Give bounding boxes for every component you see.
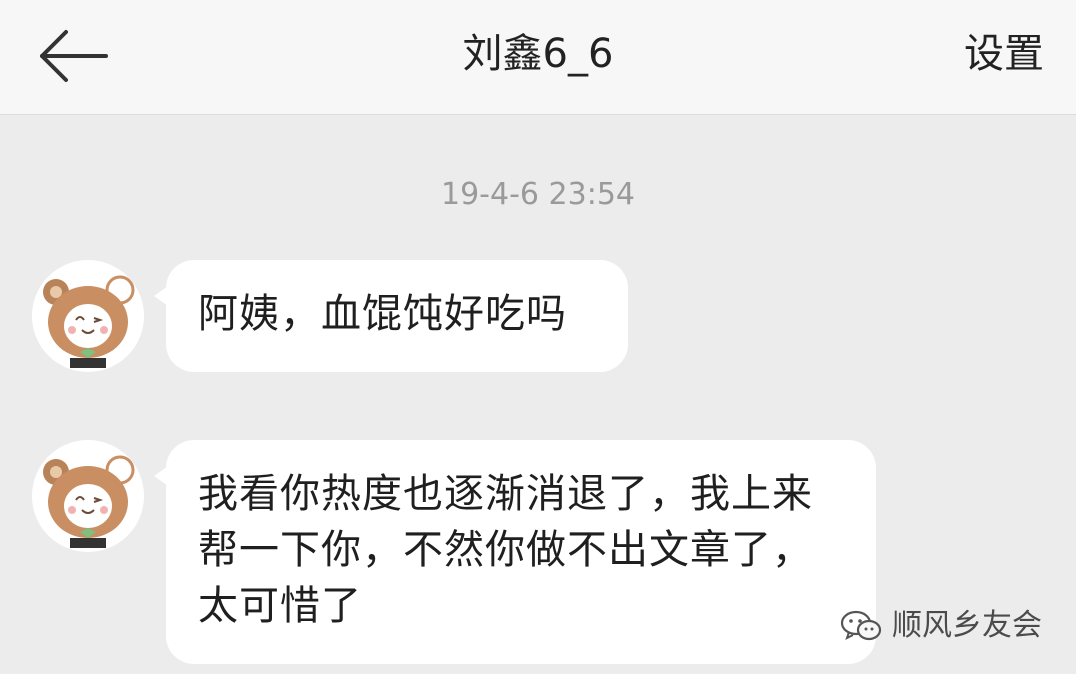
wechat-icon [840, 610, 882, 641]
message-bubble-2[interactable]: 我看你热度也逐渐消退了，我上来帮一下你，不然你做不出文章了，太可惜了 [154, 440, 876, 664]
chat-title: 刘鑫6_6 [462, 31, 614, 77]
bear-avatar-icon [32, 260, 144, 372]
top-bar: 刘鑫6_6 设置 [0, 0, 1076, 115]
sender-avatar[interactable] [32, 260, 144, 372]
message-timestamp: 19-4-6 23:54 [441, 177, 635, 212]
watermark: 顺风乡友会 [840, 608, 1042, 644]
sender-avatar[interactable] [32, 440, 144, 552]
settings-button[interactable]: 设置 [964, 30, 1044, 78]
watermark-text: 顺风乡友会 [892, 608, 1042, 643]
message-bubble-1[interactable]: 阿姨，血馄饨好吃吗 [154, 260, 628, 372]
bear-avatar-icon [32, 440, 144, 552]
